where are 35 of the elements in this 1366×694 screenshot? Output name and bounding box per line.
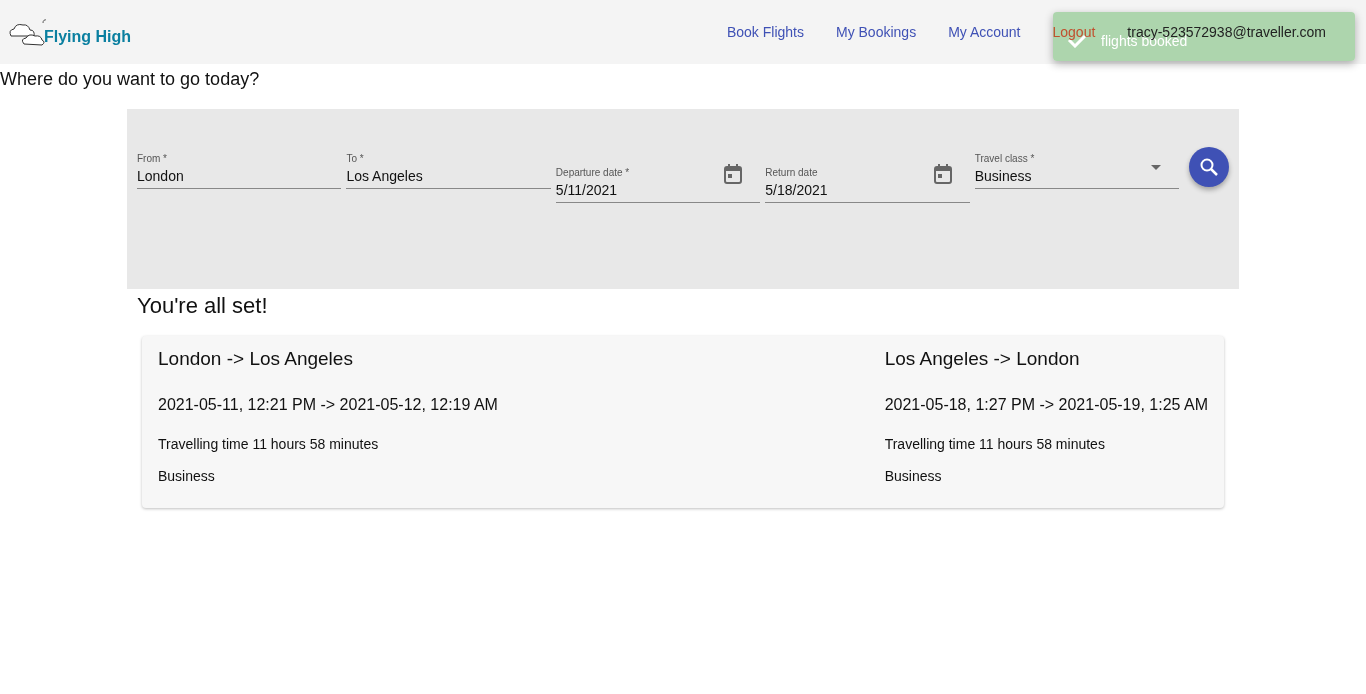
calendar-icon[interactable] xyxy=(933,164,952,184)
nav-link[interactable]: My Bookings xyxy=(836,24,917,40)
field-value: 5/18/2021 xyxy=(765,182,829,198)
dropdown-caret-icon xyxy=(1151,165,1162,170)
travel-time: Travelling time 11 hours 58 minutes xyxy=(158,436,380,452)
text-field[interactable]: To * Los Angeles xyxy=(346,147,551,189)
travel-class: Business xyxy=(158,468,216,484)
travel-time: Travelling time 11 hours 58 minutes xyxy=(884,436,1106,452)
calendar-icon[interactable] xyxy=(724,164,743,184)
flight-route: London -> Los Angeles xyxy=(158,348,354,370)
page-heading: Where do you want to go today? xyxy=(0,69,261,90)
date-field[interactable]: Return date 5/18/2021 xyxy=(765,153,970,203)
clouds-icon xyxy=(8,18,46,46)
select-field[interactable]: Travel class * Business xyxy=(974,147,1180,189)
flight-times: 2021-05-11, 12:21 PM -> 2021-05-12, 12:19 AM xyxy=(158,396,498,414)
field-label: Travel class * xyxy=(974,153,1036,164)
field-value: 5/11/2021 xyxy=(555,182,619,198)
logo-text[interactable]: Flying High xyxy=(44,28,132,46)
field-label: Departure date * xyxy=(555,167,631,178)
field-value: Los Angeles xyxy=(346,168,424,184)
travel-class: Business xyxy=(884,468,943,484)
nav-link[interactable]: My Account xyxy=(948,24,1021,40)
field-value: Business xyxy=(974,168,1033,184)
text-field[interactable]: From * London xyxy=(137,147,342,189)
date-field[interactable]: Departure date * 5/11/2021 xyxy=(555,153,761,203)
nav-link[interactable]: Book Flights xyxy=(726,24,804,40)
search-icon xyxy=(1199,157,1220,177)
field-label: Return date xyxy=(765,167,819,178)
field-label: To * xyxy=(346,153,365,164)
field-value: London xyxy=(137,168,185,184)
flight-times: 2021-05-18, 1:27 PM -> 2021-05-19, 1:25 AM xyxy=(884,396,1208,414)
confirmation-title: You're all set! xyxy=(137,293,269,319)
search-button[interactable] xyxy=(1189,147,1230,187)
flight-route: Los Angeles -> London xyxy=(884,348,1081,370)
field-label: From * xyxy=(137,153,168,164)
